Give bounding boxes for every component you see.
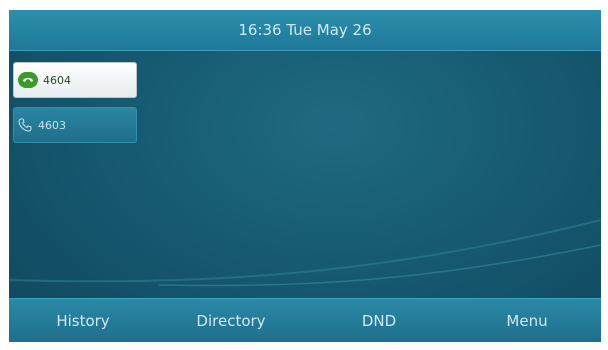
- softkey-history[interactable]: History: [9, 299, 157, 342]
- phone-active-icon: [18, 72, 38, 88]
- softkey-bar: History Directory DND Menu: [9, 298, 601, 342]
- softkey-directory[interactable]: Directory: [157, 299, 305, 342]
- line-key-label: 4603: [38, 118, 66, 132]
- softkey-menu[interactable]: Menu: [453, 299, 601, 342]
- phone-handset-icon: [18, 118, 32, 132]
- status-bar: 16:36 Tue May 26: [9, 10, 601, 51]
- background-swoosh: [9, 219, 601, 287]
- line-key-4604[interactable]: 4604: [13, 62, 137, 98]
- line-key-4603[interactable]: 4603: [13, 107, 137, 143]
- phone-screen: 16:36 Tue May 26 4604 4603 History Direc…: [9, 10, 601, 342]
- line-key-label: 4604: [43, 73, 71, 87]
- softkey-dnd[interactable]: DND: [305, 299, 453, 342]
- datetime-label: 16:36 Tue May 26: [238, 21, 372, 39]
